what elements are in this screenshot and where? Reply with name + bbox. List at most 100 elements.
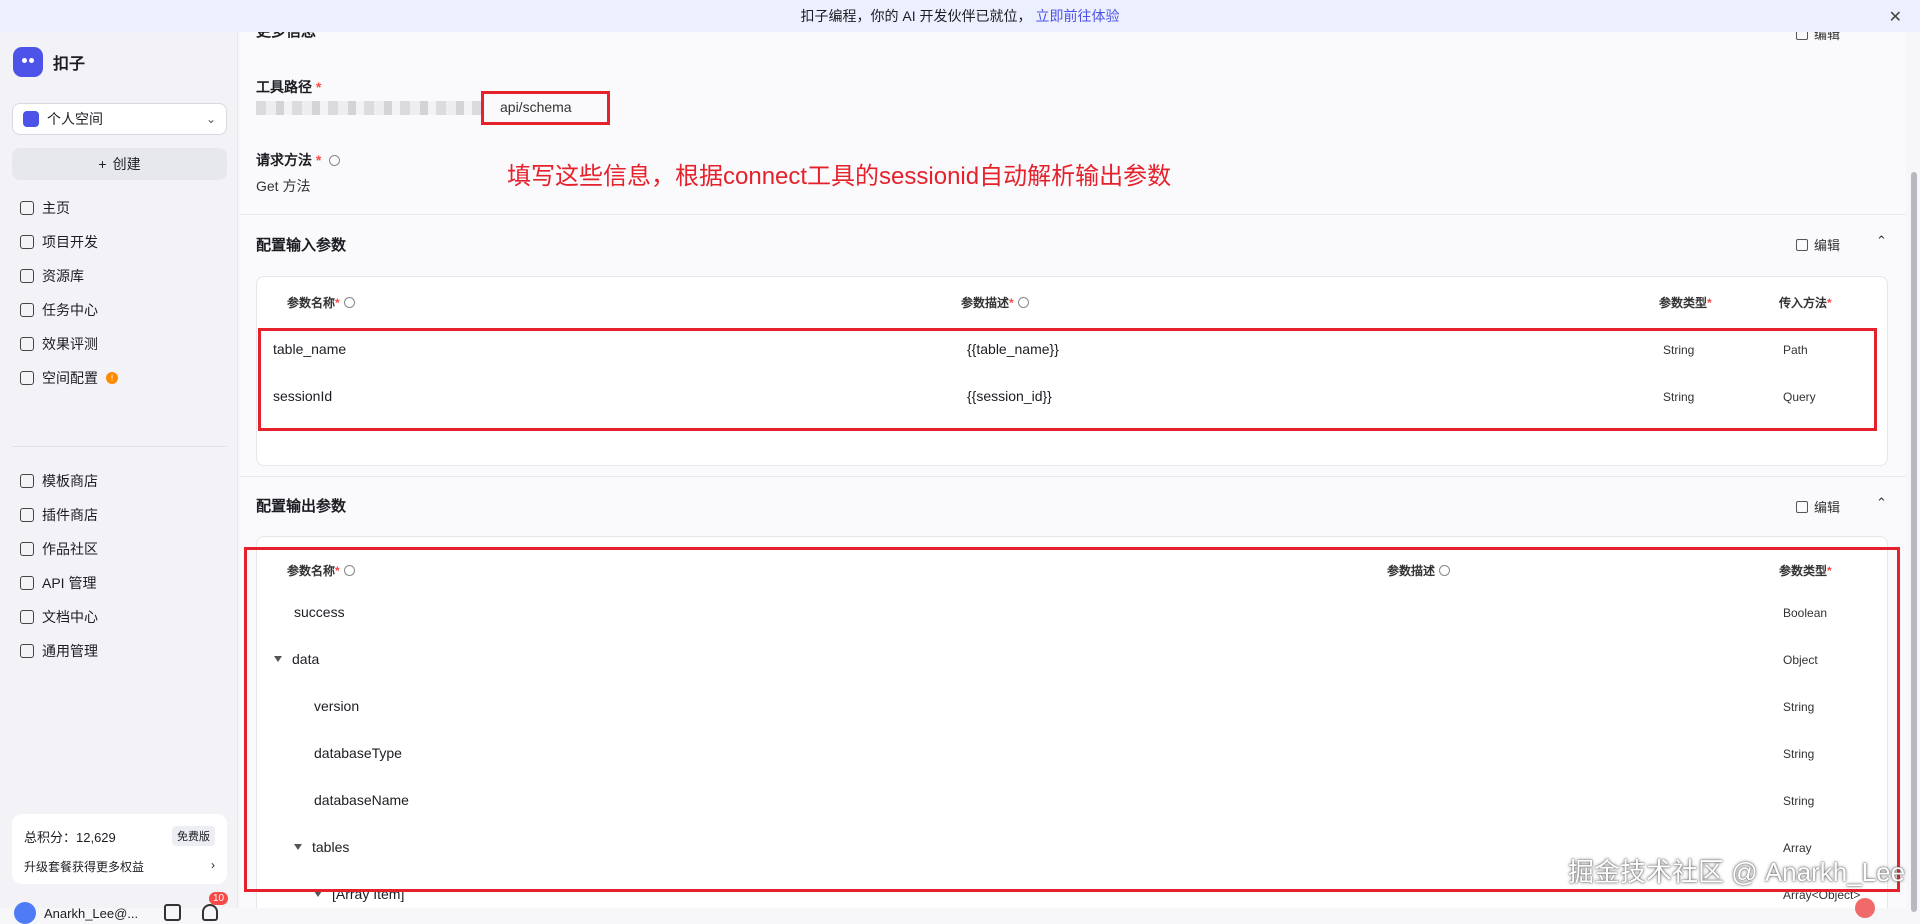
nav-item-api[interactable]: API 管理	[12, 566, 227, 600]
method-label-text: 请求方法	[256, 152, 312, 168]
blurred-host	[256, 101, 481, 115]
param-name: sessionId	[273, 388, 333, 404]
edit-icon	[1796, 32, 1808, 40]
notification-badge: 10	[209, 892, 229, 905]
template-icon	[20, 474, 34, 488]
row-type: Array<Object>	[1783, 888, 1861, 902]
row-name: version	[314, 698, 360, 714]
row-name: [Array Item]	[332, 886, 405, 902]
nav-label: 空间配置	[42, 370, 98, 386]
nav-label: 模板商店	[42, 473, 98, 489]
output-edit-button[interactable]: 编辑	[1796, 497, 1840, 516]
info-icon[interactable]	[343, 565, 355, 576]
info-icon[interactable]	[343, 297, 355, 308]
collapse-icon[interactable]: ⌃	[1876, 233, 1887, 249]
input-params-title: 配置输入参数	[256, 237, 347, 254]
api-icon	[20, 576, 34, 590]
nav-item-evaluation[interactable]: 效果评测	[12, 327, 227, 361]
expand-icon[interactable]	[274, 656, 282, 662]
nav-label: 主页	[42, 200, 70, 216]
nav-item-projects[interactable]: 项目开发	[12, 225, 227, 259]
community-icon	[20, 542, 34, 556]
input-edit-button[interactable]: 编辑	[1796, 235, 1840, 254]
qr-grid-icon[interactable]	[164, 904, 181, 921]
nav-item-docs[interactable]: 文档中心	[12, 600, 227, 634]
user-bar: Anarkh_Lee@... 10	[14, 892, 229, 924]
nav-item-tasks[interactable]: 任务中心	[12, 293, 227, 327]
expand-icon[interactable]	[314, 891, 322, 897]
manage-icon	[20, 644, 34, 658]
info-icon[interactable]	[329, 155, 341, 166]
nav-item-community[interactable]: 作品社区	[12, 532, 227, 566]
chevron-right-icon: ›	[211, 858, 215, 872]
banner-text: 扣子编程，你的 AI 开发伙伴已就位，	[800, 8, 1032, 24]
col-name: 参数名称*	[287, 562, 355, 579]
avatar[interactable]	[14, 902, 36, 924]
sidebar: 扣子 个人空间 ⌄ + 创建 主页 项目开发 资源库 任务中心 效果评测 空间配…	[0, 32, 238, 924]
more-info-edit-button[interactable]: 编辑	[1796, 32, 1840, 43]
col-method: 传入方法*	[1779, 294, 1832, 311]
row-type: Boolean	[1783, 606, 1828, 620]
nav-label: 效果评测	[42, 336, 98, 352]
gauge-icon	[20, 337, 34, 351]
output-row: tables	[294, 839, 349, 855]
input-params-table: 参数名称* 参数描述* 参数类型* 传入方法* table_name {{tab…	[256, 276, 1888, 466]
tool-path-label: 工具路径 *	[256, 77, 321, 97]
logo-icon	[13, 47, 43, 77]
required-mark: *	[1827, 564, 1832, 578]
bell-icon[interactable]	[202, 904, 218, 921]
space-selector[interactable]: 个人空间 ⌄	[12, 103, 227, 135]
plan-badge: 免费版	[172, 826, 215, 846]
param-method: Path	[1783, 343, 1808, 357]
create-label: 创建	[112, 156, 141, 172]
col-type: 参数类型*	[1659, 294, 1712, 311]
row-name: data	[292, 651, 320, 667]
row-type: String	[1783, 747, 1815, 761]
create-button[interactable]: + 创建	[12, 148, 227, 180]
nav-item-library[interactable]: 资源库	[12, 259, 227, 293]
points-card[interactable]: 总积分：12,629 免费版 升级套餐获得更多权益 ›	[12, 814, 227, 884]
floating-button[interactable]	[1855, 898, 1875, 918]
output-row: [Array Item]	[314, 886, 404, 902]
nav-item-home[interactable]: 主页	[12, 191, 227, 225]
tool-path-value: api/schema	[500, 99, 572, 115]
app-logo[interactable]: 扣子	[13, 47, 85, 77]
output-row: data	[274, 651, 319, 667]
robot-icon	[20, 235, 34, 249]
top-banner: 扣子编程，你的 AI 开发伙伴已就位， 立即前往体验 ✕	[0, 0, 1920, 32]
chevron-down-icon: ⌄	[205, 112, 216, 126]
nav-item-space-config[interactable]: 空间配置!	[12, 361, 227, 395]
output-params-title: 配置输出参数	[256, 498, 347, 515]
banner-link[interactable]: 立即前往体验	[1036, 6, 1120, 26]
scrollbar[interactable]	[1908, 32, 1920, 912]
tool-path-label-text: 工具路径	[256, 79, 312, 95]
col-desc: 参数描述	[1387, 562, 1451, 579]
task-icon	[20, 303, 34, 317]
row-type: Object	[1783, 653, 1818, 667]
home-icon	[20, 201, 34, 215]
info-icon[interactable]	[1439, 565, 1451, 576]
edit-icon	[1796, 500, 1808, 513]
output-row: databaseName	[314, 792, 409, 808]
nav-item-manage[interactable]: 通用管理	[12, 634, 227, 668]
plus-icon: +	[98, 156, 107, 172]
output-row: version	[314, 698, 359, 714]
info-icon[interactable]	[1017, 297, 1029, 308]
nav-label: 资源库	[42, 268, 84, 284]
nav-label: 项目开发	[42, 234, 98, 250]
nav-item-templates[interactable]: 模板商店	[12, 464, 227, 498]
edit-label: 编辑	[1814, 238, 1841, 253]
header-text: 参数名称	[287, 564, 336, 578]
expand-icon[interactable]	[294, 844, 302, 850]
param-method: Query	[1783, 390, 1816, 404]
close-icon[interactable]: ✕	[1889, 7, 1902, 27]
row-name: databaseType	[314, 745, 402, 761]
space-avatar	[23, 111, 39, 127]
nav-label: 通用管理	[42, 643, 98, 659]
nav-item-plugins[interactable]: 插件商店	[12, 498, 227, 532]
param-desc: {{session_id}}	[967, 388, 1052, 404]
collapse-icon[interactable]: ⌃	[1876, 495, 1887, 511]
output-row: success	[294, 604, 345, 620]
space-name: 个人空间	[47, 111, 103, 127]
scrollbar-thumb[interactable]	[1911, 172, 1917, 912]
